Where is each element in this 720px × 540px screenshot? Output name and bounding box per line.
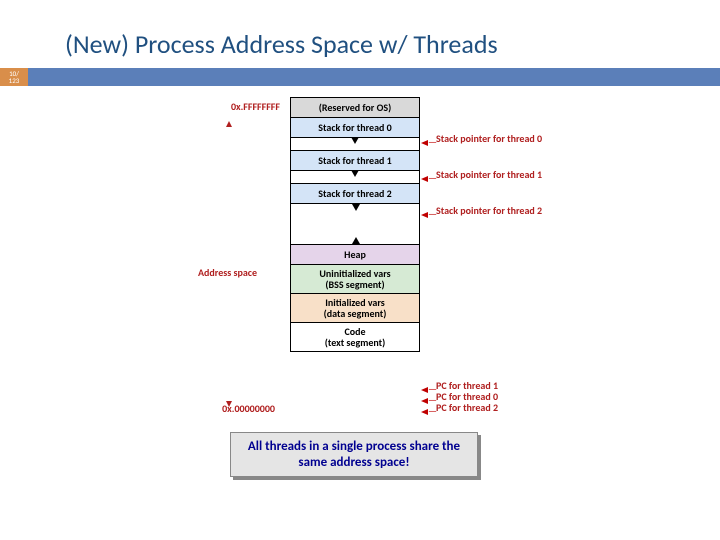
cell-bss: Uninitialized vars(BSS segment) <box>290 264 420 294</box>
label-top-addr: 0x.FFFFFFFF <box>180 100 280 113</box>
cell-os: (Reserved for OS) <box>290 97 420 118</box>
cell-heap: Heap <box>290 244 420 265</box>
cell-code: Code(text segment) <box>290 322 420 352</box>
label-pc2: PC for thread 2 <box>436 401 498 414</box>
page-total: 123 <box>9 77 20 84</box>
label-sp2: Stack pointer for thread 2 <box>436 204 542 217</box>
label-sp0: Stack pointer for thread 0 <box>436 132 542 145</box>
cell-stack-0: Stack for thread 0 <box>290 117 420 138</box>
page-badge: 10/ 123 <box>0 68 28 86</box>
cell-stack-2: Stack for thread 2 <box>290 183 420 204</box>
caption: All threads in a single process share th… <box>230 432 478 477</box>
arrow-sp0-icon: — <box>421 135 437 148</box>
gap-0 <box>290 137 420 151</box>
blue-bar <box>28 68 720 86</box>
cell-data: Initialized vars(data segment) <box>290 293 420 323</box>
arrow-sp2-icon: — <box>421 207 437 220</box>
gap-1 <box>290 170 420 184</box>
arrow-sp1-icon: — <box>421 171 437 184</box>
header-bar: 10/ 123 <box>0 68 720 86</box>
slide-title: (New) Process Address Space w/ Threads <box>0 0 720 68</box>
label-sp1: Stack pointer for thread 1 <box>436 168 542 181</box>
cell-stack-1: Stack for thread 1 <box>290 150 420 171</box>
arrow-pc2-icon: — <box>421 404 437 417</box>
label-address-space: Address space <box>157 266 257 279</box>
gap-big <box>290 203 420 245</box>
memory-stack: (Reserved for OS) Stack for thread 0 Sta… <box>290 98 420 352</box>
arrow-up-icon <box>226 114 232 133</box>
label-bot-addr: 0x.00000000 <box>175 402 275 415</box>
